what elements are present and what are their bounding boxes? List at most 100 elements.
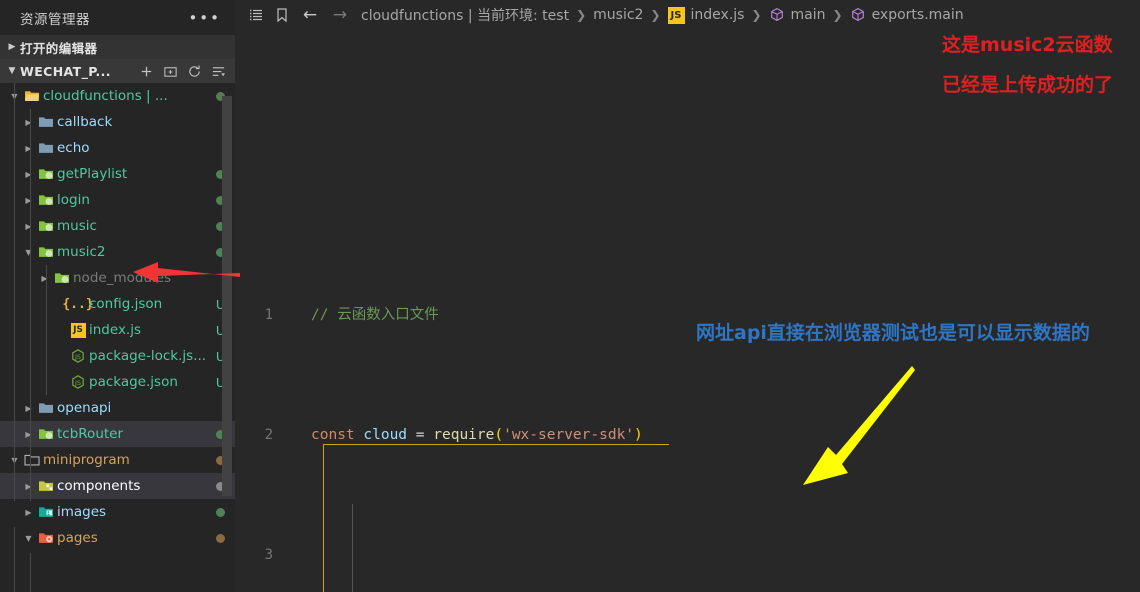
forward-button[interactable]: → (325, 5, 355, 25)
chevron-right-icon[interactable]: ▶ (22, 430, 35, 439)
code-editor[interactable]: 1 // 云函数入口文件 2 const cloud = require('wx… (235, 30, 1140, 592)
tree-item-miniprogram[interactable]: ▼miniprogram (0, 447, 235, 473)
tree-item-label: getPlaylist (57, 166, 128, 182)
tree-item-music2[interactable]: ▼ music2 (0, 239, 235, 265)
symbol-cube-icon (769, 7, 785, 24)
chevron-right-icon[interactable]: ▶ (22, 118, 35, 127)
chevron-right-icon[interactable]: ▶ (22, 482, 35, 491)
chevron-right-icon[interactable]: ▶ (22, 144, 35, 153)
back-button[interactable]: ← (295, 5, 325, 25)
breadcrumb-label: main (790, 7, 826, 23)
explorer-title: 资源管理器 (20, 11, 90, 28)
tree-item-music[interactable]: ▶ music (0, 213, 235, 239)
chevron-right-icon[interactable]: ▶ (22, 404, 35, 413)
chevron-down-icon[interactable]: ▼ (22, 248, 35, 257)
folder-open-yellow-icon (21, 88, 43, 104)
chevron-right-icon[interactable]: ▶ (22, 222, 35, 231)
folder-node-green-icon (35, 426, 57, 442)
tree-item-label: node_modules (73, 270, 172, 286)
tree-item-label: music2 (57, 244, 106, 260)
breadcrumb[interactable]: ← → cloudfunctions | 当前环境: test ❯ music2… (235, 0, 1140, 30)
chevron-right-icon[interactable]: ▶ (22, 196, 35, 205)
tree-item-images[interactable]: ▶ images (0, 499, 235, 525)
code-line: 2 const cloud = require('wx-server-sdk') (235, 420, 1140, 450)
tree-item-label: config.json (89, 296, 163, 312)
collapse-all-icon[interactable] (211, 64, 226, 79)
chevron-right-icon: ▶ (8, 42, 16, 52)
tree-item-label: miniprogram (43, 452, 130, 468)
chevron-right-icon[interactable]: ▶ (38, 274, 51, 283)
tree-item-node-modules[interactable]: ▶ node_modules (0, 265, 235, 291)
indent-guide (30, 553, 31, 592)
folder-node-green-icon (35, 218, 57, 234)
folder-node-green-icon (35, 192, 57, 208)
svg-text:JS: JS (74, 353, 81, 361)
node-hex-icon: JS (67, 374, 89, 390)
breadcrumb-label: index.js (690, 7, 745, 23)
explorer-title-bar: 资源管理器 ••• (0, 0, 235, 35)
code-line: 3 (235, 540, 1140, 570)
tree-item-label: login (57, 192, 90, 208)
refresh-icon[interactable] (187, 64, 202, 79)
annotation-blue-line: 网址api直接在浏览器测试也是可以显示数据的 (696, 322, 1090, 344)
new-folder-icon[interactable] (163, 64, 178, 79)
tree-item-openapi[interactable]: ▶ openapi (0, 395, 235, 421)
chevron-right-icon: ❯ (650, 8, 661, 22)
chevron-down-icon[interactable]: ▼ (22, 534, 35, 543)
chevron-right-icon: ❯ (751, 8, 762, 22)
folder-blue-icon (35, 114, 57, 130)
breadcrumb-item-1[interactable]: music2 (593, 7, 643, 23)
folder-blue-icon (35, 140, 57, 156)
file-tree[interactable]: ▼cloudfunctions | ...▶callback▶echo▶getP… (0, 83, 235, 592)
line-content: // 云函数入口文件 (307, 300, 439, 330)
chevron-right-icon[interactable]: ▶ (22, 170, 35, 179)
tree-item-cloudfunctions[interactable]: ▼cloudfunctions | ... (0, 83, 235, 109)
tree-item-label: components (57, 478, 141, 494)
breadcrumb-item-2[interactable]: JS index.js (667, 6, 745, 24)
new-file-icon[interactable] (139, 64, 154, 79)
project-section[interactable]: ▼ WECHAT_P... (0, 59, 235, 83)
tree-item-tcbrouter[interactable]: ▶ tcbRouter (0, 421, 235, 447)
tree-item-components[interactable]: ▶ components (0, 473, 235, 499)
indent-guide (30, 109, 31, 501)
folder-node-green-icon (51, 270, 73, 286)
status-dot (216, 533, 225, 543)
breadcrumb-label: exports.main (871, 7, 964, 23)
tree-item-package-lock-js[interactable]: ▶JSpackage-lock.js...U (0, 343, 235, 369)
tree-item-package-json[interactable]: ▶JSpackage.jsonU (0, 369, 235, 395)
bookmark-icon[interactable] (269, 7, 295, 23)
folder-node-green-icon (35, 166, 57, 182)
line-content (307, 540, 311, 570)
tree-item-label: cloudfunctions | ... (43, 88, 168, 104)
breadcrumb-label: cloudfunctions | 当前环境: test (361, 8, 570, 24)
open-editors-section[interactable]: ▶ 打开的编辑器 (0, 35, 235, 59)
list-icon[interactable] (243, 7, 269, 23)
chevron-down-icon: ▼ (8, 66, 16, 76)
fold-indicator[interactable] (287, 540, 307, 570)
tree-item-pages[interactable]: ▼ pages (0, 525, 235, 551)
chevron-right-icon[interactable]: ▶ (22, 508, 35, 517)
tree-item-getplaylist[interactable]: ▶ getPlaylist (0, 161, 235, 187)
tree-item-label: music (57, 218, 97, 234)
indent-guide (14, 83, 15, 501)
chevron-right-icon: ❯ (832, 8, 843, 22)
fold-indicator[interactable] (287, 420, 307, 450)
tree-item-echo[interactable]: ▶ echo (0, 135, 235, 161)
breadcrumb-item-4[interactable]: exports.main (850, 7, 964, 24)
tree-item-label: openapi (57, 400, 112, 416)
tree-item-callback[interactable]: ▶ callback (0, 109, 235, 135)
tree-item-config-json[interactable]: ▶{..}config.jsonU (0, 291, 235, 317)
tree-item-login[interactable]: ▶ login (0, 187, 235, 213)
tree-item-label: package.json (89, 374, 178, 390)
symbol-cube-icon (850, 7, 866, 24)
folder-node-green-icon (35, 244, 57, 260)
annotation-red-line1: 这是music2云函数 (942, 34, 1113, 56)
explorer-sidebar: 资源管理器 ••• ▶ 打开的编辑器 ▼ WECHAT_P... cloudfu… (0, 0, 235, 592)
ellipsis-icon[interactable]: ••• (188, 10, 221, 25)
tree-item-index-js[interactable]: ▶JSindex.jsU (0, 317, 235, 343)
breadcrumb-item-0[interactable]: cloudfunctions | 当前环境: test (361, 5, 569, 25)
fold-indicator[interactable] (287, 300, 307, 330)
breadcrumb-item-3[interactable]: main (769, 7, 826, 24)
line-number: 2 (264, 427, 273, 443)
tree-scrollbar[interactable] (222, 96, 232, 496)
